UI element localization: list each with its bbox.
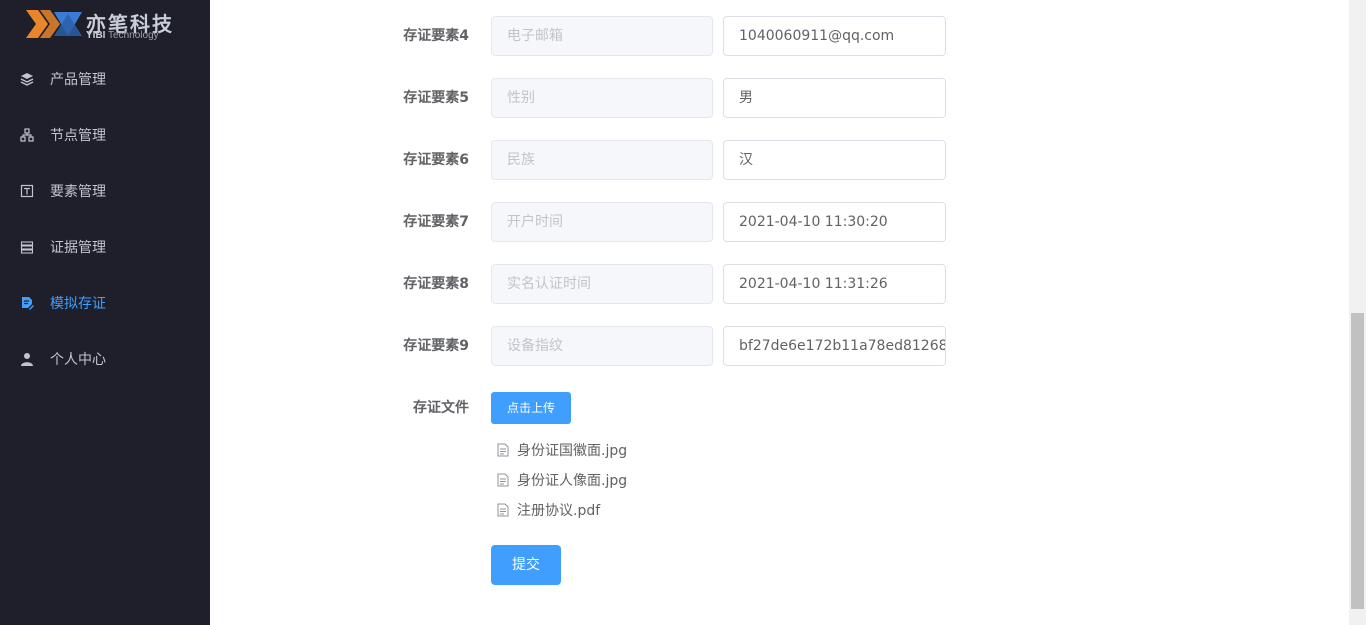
document-icon [496, 473, 510, 487]
file-list-item[interactable]: 注册协议.pdf [491, 497, 600, 523]
file-name: 注册协议.pdf [517, 503, 601, 519]
row-label: 存证要素5 [403, 90, 469, 106]
network-nodes-icon [20, 128, 34, 142]
brand-name-en-rest: Technology [105, 30, 159, 41]
logo-mark-icon [26, 10, 82, 38]
file-name: 身份证人像面.jpg [517, 473, 628, 489]
row-label: 存证要素6 [403, 152, 469, 168]
file-label: 存证文件 [413, 400, 469, 416]
element-key-field[interactable]: 民族 [491, 140, 713, 180]
user-icon [20, 352, 34, 366]
element-value-field[interactable]: 男 [723, 78, 946, 118]
sidebar-item-label: 产品管理 [50, 72, 106, 88]
sidebar-item-label: 个人中心 [50, 352, 106, 368]
element-value-field[interactable]: 2021-04-10 11:31:26 [723, 264, 946, 304]
brand-logo[interactable]: 亦笔科技 YIBI Technology [24, 6, 174, 44]
element-value-field[interactable]: 2021-04-10 11:30:20 [723, 202, 946, 242]
element-key-field[interactable]: 实名认证时间 [491, 264, 713, 304]
sidebar-item-evidence[interactable]: 证据管理 [0, 219, 210, 275]
page-scrollbar[interactable] [1349, 0, 1366, 625]
element-value-field[interactable]: 1040060911@qq.com [723, 16, 946, 56]
sidebar-item-product[interactable]: 产品管理 [0, 51, 210, 107]
element-key-field[interactable]: 开户时间 [491, 202, 713, 242]
sidebar-item-elements[interactable]: 要素管理 [0, 163, 210, 219]
scrollbar-thumb[interactable] [1351, 313, 1364, 609]
row-label: 存证要素8 [403, 276, 469, 292]
element-value-field[interactable]: 汉 [723, 140, 946, 180]
row-label: 存证要素9 [403, 338, 469, 354]
submit-button[interactable]: 提交 [491, 545, 561, 585]
document-box-icon [20, 184, 34, 198]
file-list-item[interactable]: 身份证人像面.jpg [491, 467, 627, 493]
element-key-field[interactable]: 电子邮箱 [491, 16, 713, 56]
sidebar-item-label: 要素管理 [50, 184, 106, 200]
sidebar-item-nodes[interactable]: 节点管理 [0, 107, 210, 163]
row-label: 存证要素7 [403, 214, 469, 230]
sidebar-item-label: 证据管理 [50, 240, 106, 256]
file-edit-icon [20, 296, 34, 310]
upload-button[interactable]: 点击上传 [491, 392, 571, 424]
document-icon [496, 503, 510, 517]
sidebar-item-simulate[interactable]: 模拟存证 [0, 275, 210, 331]
brand-name-en: YIBI Technology [86, 30, 159, 41]
sidebar-item-profile[interactable]: 个人中心 [0, 331, 210, 387]
row-label: 存证要素4 [403, 28, 469, 44]
layers-icon [20, 72, 34, 86]
element-value-field[interactable]: bf27de6e172b11a78ed81268 [723, 326, 946, 366]
file-list-item[interactable]: 身份证国徽面.jpg [491, 437, 627, 463]
file-name: 身份证国徽面.jpg [517, 443, 628, 459]
sidebar: 亦笔科技 YIBI Technology 产品管理 节点管理 要素管理 证据管理… [0, 0, 210, 625]
element-key-field[interactable]: 性别 [491, 78, 713, 118]
brand-name-en-bold: YIBI [86, 30, 106, 41]
sidebar-item-label: 节点管理 [50, 128, 106, 144]
element-key-field[interactable]: 设备指纹 [491, 326, 713, 366]
list-bars-icon [20, 240, 34, 254]
document-icon [496, 443, 510, 457]
sidebar-item-label: 模拟存证 [50, 296, 106, 312]
